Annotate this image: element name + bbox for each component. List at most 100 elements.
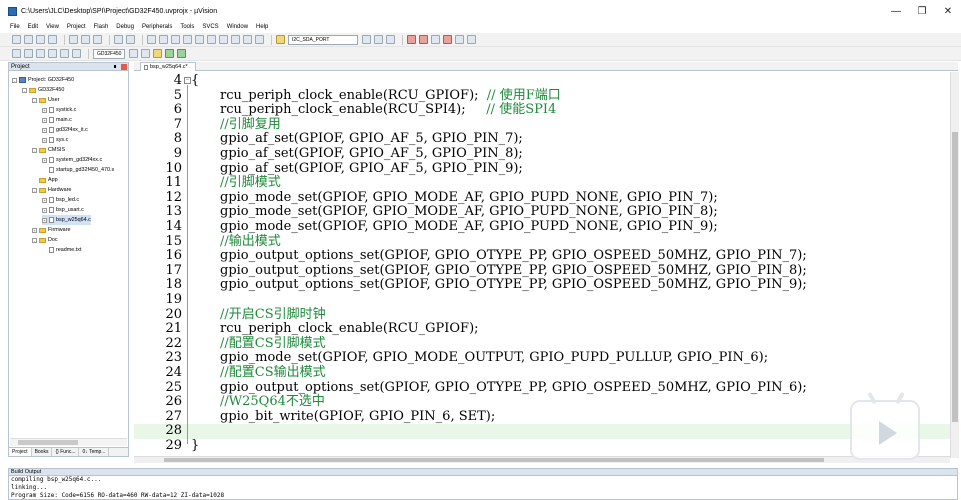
tree-item[interactable]: + Firmware [32,225,70,235]
manage-components-icon[interactable] [141,49,150,58]
menu-tools[interactable]: Tools [180,24,194,30]
tree-item[interactable]: + bsp_usart.c [42,205,84,215]
code-line[interactable]: 20 //开启CS引脚时钟 [134,307,950,323]
next-bookmark-icon[interactable] [195,35,204,44]
open-file-icon[interactable] [24,35,33,44]
expand-icon[interactable]: + [42,157,47,163]
expand-icon[interactable]: + [42,207,47,213]
expand-icon[interactable]: + [42,137,47,143]
code-line[interactable]: 6 rcu_periph_clock_enable(RCU_SPI4); // 使… [134,102,950,118]
tree-item[interactable]: + sys.c [42,135,68,145]
comment-icon[interactable] [243,35,252,44]
play-icon[interactable] [879,421,897,445]
menu-file[interactable]: File [10,24,20,30]
menu-peripherals[interactable]: Peripherals [142,24,172,30]
tree-item[interactable]: startup_gd32f450_470.s [42,165,114,175]
code-line[interactable]: 14 gpio_mode_set(GPIOF, GPIO_MODE_AF, GPI… [134,219,950,235]
expand-icon[interactable]: + [42,117,47,123]
tree-item[interactable]: - GD32F450 [22,85,64,95]
video-play-overlay[interactable] [850,391,920,460]
collapse-icon[interactable]: - [32,187,37,193]
redo-icon[interactable] [126,35,135,44]
window-layout-icon[interactable] [455,35,464,44]
editor-vscroll[interactable] [950,72,959,458]
code-line[interactable]: 7 //引脚复用 [134,117,950,133]
menu-edit[interactable]: Edit [28,24,38,30]
find-dropdown-icon[interactable] [362,35,371,44]
cut-icon[interactable] [69,35,78,44]
editor-hscroll[interactable] [134,456,950,463]
expand-icon[interactable]: + [32,227,37,233]
save-icon[interactable] [36,35,45,44]
find-combo[interactable]: I2C_SDA_PORT [288,34,358,45]
code-line[interactable]: 25 gpio_output_options_set(GPIOF, GPIO_OT… [134,380,950,396]
prev-bookmark-icon[interactable] [183,35,192,44]
menu-view[interactable]: View [46,24,59,30]
runtime-env-icon[interactable] [177,49,186,58]
target-select[interactable]: GD32F450 [93,48,125,59]
tree-item[interactable]: + bsp_w25q64.c [42,215,91,225]
scroll-thumb[interactable] [952,132,958,422]
tree-item[interactable]: - User [32,95,59,105]
undo-icon[interactable] [114,35,123,44]
tree-item[interactable]: - CMSIS [32,145,65,155]
incremental-find-icon[interactable] [374,35,383,44]
code-line[interactable]: 11 //引脚模式 [134,175,950,191]
collapse-icon[interactable]: - [32,237,37,243]
code-line[interactable]: 17 gpio_output_options_set(GPIOF, GPIO_OT… [134,263,950,279]
collapse-icon[interactable]: - [22,87,27,93]
paste-icon[interactable] [93,35,102,44]
tree-item[interactable]: readme.txt [42,245,81,255]
expand-icon[interactable]: + [42,107,47,113]
code-line[interactable]: 5 rcu_periph_clock_enable(RCU_GPIOF); // … [134,88,950,104]
tree-item[interactable]: + systick.c [42,105,76,115]
tree-item[interactable]: App [32,175,58,185]
collapse-icon[interactable]: - [12,77,17,83]
collapse-icon[interactable]: - [32,147,37,153]
code-line[interactable]: 18 gpio_output_options_set(GPIOF, GPIO_OT… [134,278,950,293]
code-line[interactable]: 15 //输出模式 [134,234,950,250]
menu-debug[interactable]: Debug [116,24,134,30]
tree-item[interactable]: + main.c [42,115,72,125]
translate-icon[interactable] [12,49,21,58]
rebuild-icon[interactable] [36,49,45,58]
file-extensions-icon[interactable] [153,49,162,58]
batch-build-icon[interactable] [48,49,57,58]
tab-templates[interactable]: 0↓ Temp... [79,448,110,456]
code-line[interactable]: 29} [134,438,950,454]
fold-collapse-icon[interactable]: − [184,77,191,84]
code-line[interactable]: 4 {− [134,73,950,89]
find-in-files-icon[interactable] [276,35,285,44]
tab-books[interactable]: Books [32,448,53,456]
new-file-icon[interactable] [12,35,21,44]
close-button[interactable]: ✕ [935,0,961,22]
expand-icon[interactable]: + [42,217,47,223]
unindent-icon[interactable] [231,35,240,44]
close-panel-icon[interactable] [121,64,127,70]
kill-breakpoints-icon[interactable] [443,35,452,44]
copy-icon[interactable] [81,35,90,44]
collapse-icon[interactable]: - [32,97,37,103]
code-line[interactable]: 23 gpio_mode_set(GPIOF, GPIO_MODE_OUTPUT,… [134,351,950,366]
code-line[interactable]: 8 gpio_af_set(GPIOF, GPIO_AF_5, GPIO_PIN_… [134,132,950,147]
tree-item[interactable]: + gd32f4xx_it.c [42,125,88,135]
menu-project[interactable]: Project [67,24,86,30]
code-line[interactable]: 16 gpio_output_options_set(GPIOF, GPIO_OT… [134,248,950,264]
build-icon[interactable] [24,49,33,58]
scroll-thumb[interactable] [164,458,824,462]
menu-help[interactable]: Help [256,24,268,30]
code-editor[interactable]: 4 {−5 rcu_periph_clock_enable(RCU_GPIOF); … [134,72,950,458]
code-line[interactable]: 28 [134,424,950,439]
breakpoint-icon[interactable] [419,35,428,44]
indent-icon[interactable] [219,35,228,44]
code-line[interactable]: 9 gpio_af_set(GPIOF, GPIO_AF_5, GPIO_PIN_… [134,146,950,162]
download-icon[interactable] [72,49,81,58]
code-line[interactable]: 27 gpio_bit_write(GPIOF, GPIO_PIN_6, SET)… [134,409,950,425]
tab-functions[interactable]: {} Func... [52,448,80,456]
project-hscroll[interactable] [10,438,127,446]
expand-icon[interactable]: + [42,197,47,203]
tree-item[interactable]: - Doc [32,235,58,245]
tree-item[interactable]: + system_gd32f4xx.c [42,155,102,165]
configure-icon[interactable] [467,35,476,44]
tree-item[interactable]: + bsp_led.c [42,195,79,205]
